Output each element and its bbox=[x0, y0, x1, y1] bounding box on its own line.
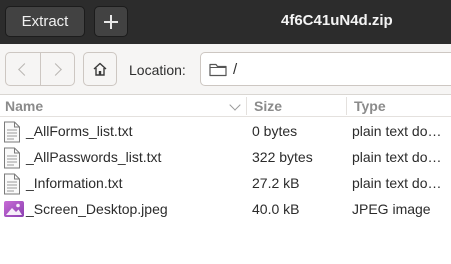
file-list: _AllForms_list.txt 0 bytes plain text do… bbox=[0, 119, 451, 223]
location-entry[interactable]: / bbox=[200, 52, 451, 86]
back-button[interactable] bbox=[6, 53, 40, 85]
file-name: _Information.txt bbox=[26, 175, 123, 191]
forward-button[interactable] bbox=[39, 53, 75, 85]
text-file-icon bbox=[4, 121, 20, 143]
column-divider[interactable] bbox=[346, 97, 347, 115]
home-button[interactable] bbox=[83, 52, 117, 86]
header-bar: Extract 4f6C41uN4d.zip bbox=[0, 0, 451, 44]
column-header-type[interactable]: Type bbox=[354, 98, 386, 114]
file-type: JPEG image bbox=[352, 201, 431, 217]
file-size: 27.2 kB bbox=[252, 175, 300, 191]
file-name: _Screen_Desktop.jpeg bbox=[26, 201, 168, 217]
location-label: Location: bbox=[129, 62, 186, 78]
extract-button[interactable]: Extract bbox=[5, 6, 85, 37]
navigation-buttons bbox=[5, 52, 75, 86]
file-row[interactable]: _AllPasswords_list.txt 322 bytes plain t… bbox=[0, 145, 451, 171]
file-row[interactable]: _Screen_Desktop.jpeg 40.0 kB JPEG image bbox=[0, 197, 451, 223]
file-size: 40.0 kB bbox=[252, 201, 300, 217]
image-file-icon bbox=[4, 201, 24, 217]
file-size: 322 bytes bbox=[252, 149, 313, 165]
file-type: plain text document bbox=[352, 123, 444, 139]
plus-icon bbox=[104, 14, 118, 29]
folder-icon bbox=[209, 63, 227, 76]
home-icon bbox=[93, 62, 107, 76]
column-header-name[interactable]: Name bbox=[5, 98, 43, 114]
column-divider[interactable] bbox=[246, 97, 247, 115]
file-name: _AllForms_list.txt bbox=[26, 123, 133, 139]
column-header-size[interactable]: Size bbox=[254, 98, 282, 114]
file-row[interactable]: _Information.txt 27.2 kB plain text docu… bbox=[0, 171, 451, 197]
location-toolbar: Location: / bbox=[0, 44, 451, 95]
file-name: _AllPasswords_list.txt bbox=[26, 149, 162, 165]
column-headers: Name Size Type bbox=[0, 95, 451, 117]
file-row[interactable]: _AllForms_list.txt 0 bytes plain text do… bbox=[0, 119, 451, 145]
text-file-icon bbox=[4, 147, 20, 169]
location-path: / bbox=[233, 60, 238, 78]
text-file-icon bbox=[4, 173, 20, 195]
extract-button-label: Extract bbox=[21, 13, 69, 30]
file-type: plain text document bbox=[352, 149, 444, 165]
window-title: 4f6C41uN4d.zip bbox=[281, 12, 393, 29]
file-size: 0 bytes bbox=[252, 123, 298, 139]
add-files-button[interactable] bbox=[94, 6, 128, 37]
sort-descending-icon bbox=[229, 99, 241, 111]
file-type: plain text document bbox=[352, 175, 444, 191]
chevron-left-icon bbox=[18, 62, 32, 76]
chevron-right-icon bbox=[48, 62, 62, 76]
